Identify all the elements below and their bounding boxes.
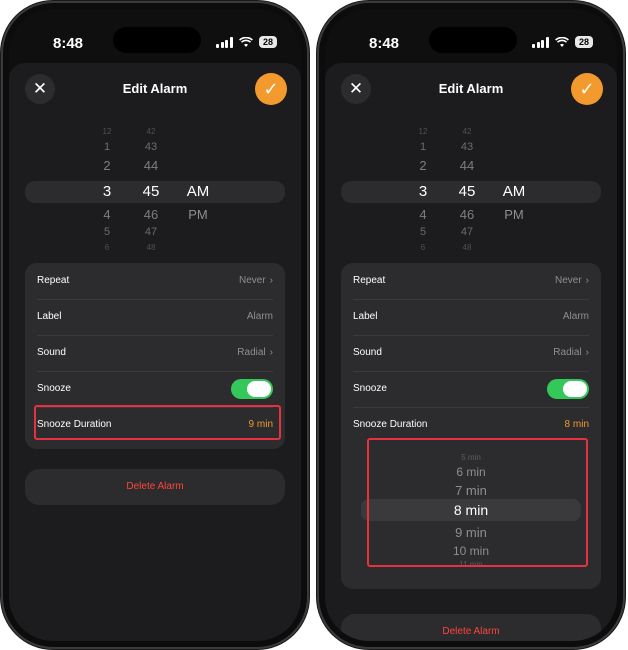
snooze-toggle[interactable]	[547, 379, 589, 399]
minute-selected[interactable]: 45	[133, 181, 169, 203]
sound-value-wrap: Radial ›	[237, 335, 273, 371]
sound-row[interactable]: Sound Radial ›	[353, 335, 589, 372]
repeat-value-wrap: Never ›	[239, 263, 273, 299]
snooze-label: Snooze	[37, 383, 71, 394]
status-time: 8:48	[53, 35, 84, 52]
repeat-label: Repeat	[353, 275, 386, 286]
hour-option[interactable]: 2	[405, 158, 441, 173]
hour-option[interactable]: 1	[89, 141, 125, 153]
minute-option[interactable]: 47	[449, 226, 485, 238]
repeat-value-wrap: Never ›	[555, 263, 589, 299]
time-picker[interactable]: 12 1 2 3 4 5 6 42 43 44 45 46 47 48 AM P…	[341, 127, 601, 253]
time-picker[interactable]: 12 1 2 3 4 5 6 42 43 44 45 46 47 48 AM P…	[25, 127, 285, 253]
minute-option[interactable]: 46	[449, 207, 485, 222]
highlight-box-snooze-picker	[367, 438, 588, 567]
dynamic-island	[429, 27, 517, 53]
hour-option[interactable]: 4	[89, 207, 125, 222]
snooze-row: Snooze	[353, 371, 589, 408]
hour-option[interactable]: 12	[405, 127, 441, 136]
pm-option[interactable]: PM	[495, 207, 533, 222]
minute-option[interactable]: 48	[449, 243, 485, 252]
dynamic-island	[113, 27, 201, 53]
phone-left: 8:48 28 ✕ Edit Alarm ✓ 12 1 2 3 4 5 6 42…	[3, 3, 307, 647]
repeat-value: Never	[554, 275, 582, 286]
hour-option[interactable]: 6	[89, 243, 125, 252]
label-label: Label	[37, 311, 62, 322]
label-row[interactable]: Label Alarm	[37, 299, 273, 336]
repeat-row[interactable]: Repeat Never ›	[353, 263, 589, 300]
battery-icon: 28	[258, 36, 277, 48]
repeat-label: Repeat	[37, 275, 70, 286]
sound-row[interactable]: Sound Radial ›	[37, 335, 273, 372]
hour-option[interactable]: 5	[89, 226, 125, 238]
highlight-box-snooze-duration	[34, 405, 281, 440]
status-bar: 8:48 28	[9, 27, 301, 53]
screen: 8:48 28 ✕ Edit Alarm ✓ 12 1 2 3 4 5 6 42…	[9, 9, 301, 641]
sound-value: Radial	[553, 347, 582, 358]
minute-option[interactable]: 47	[133, 226, 169, 238]
minute-option[interactable]: 44	[133, 158, 169, 173]
edit-alarm-sheet: ✕ Edit Alarm ✓ 12 1 2 3 4 5 6 42 43 44 4…	[9, 63, 301, 641]
hour-option[interactable]: 2	[89, 158, 125, 173]
status-time: 8:48	[369, 35, 400, 52]
cellular-signal-icon	[532, 36, 549, 48]
save-button[interactable]: ✓	[571, 73, 603, 105]
hour-selected[interactable]: 3	[89, 181, 125, 203]
chevron-right-icon: ›	[269, 275, 273, 286]
wifi-icon	[555, 36, 569, 47]
label-value: Alarm	[246, 311, 273, 322]
repeat-value: Never	[238, 275, 266, 286]
delete-alarm-button[interactable]: Delete Alarm	[341, 614, 601, 641]
toggle-knob	[247, 381, 271, 397]
hour-option[interactable]: 1	[405, 141, 441, 153]
snooze-toggle[interactable]	[231, 379, 273, 399]
am-option[interactable]: AM	[179, 181, 217, 203]
save-button[interactable]: ✓	[255, 73, 287, 105]
chevron-right-icon: ›	[585, 347, 589, 358]
am-option[interactable]: AM	[495, 181, 533, 203]
label-value: Alarm	[562, 311, 589, 322]
minute-option[interactable]: 42	[449, 127, 485, 136]
pm-option[interactable]: PM	[179, 207, 217, 222]
status-icons: 28	[532, 36, 593, 48]
sound-label: Sound	[37, 347, 66, 358]
minute-option[interactable]: 44	[449, 158, 485, 173]
hour-option[interactable]: 6	[405, 243, 441, 252]
wifi-icon	[239, 36, 253, 47]
status-bar: 8:48 28	[325, 27, 617, 53]
delete-alarm-button[interactable]: Delete Alarm	[25, 469, 285, 505]
toggle-knob	[563, 381, 587, 397]
battery-icon: 28	[574, 36, 593, 48]
hour-option[interactable]: 4	[405, 207, 441, 222]
minute-option[interactable]: 43	[449, 141, 485, 153]
snooze-row: Snooze	[37, 371, 273, 408]
minute-option[interactable]: 43	[133, 141, 169, 153]
minute-option[interactable]: 48	[133, 243, 169, 252]
chevron-right-icon: ›	[269, 347, 273, 358]
chevron-right-icon: ›	[585, 275, 589, 286]
repeat-row[interactable]: Repeat Never ›	[37, 263, 273, 300]
minute-selected[interactable]: 45	[449, 181, 485, 203]
label-row[interactable]: Label Alarm	[353, 299, 589, 336]
sound-value: Radial	[237, 347, 266, 358]
hour-selected[interactable]: 3	[405, 181, 441, 203]
label-label: Label	[353, 311, 378, 322]
hour-option[interactable]: 5	[405, 226, 441, 238]
minute-option[interactable]: 42	[133, 127, 169, 136]
status-icons: 28	[216, 36, 277, 48]
cellular-signal-icon	[216, 36, 233, 48]
sound-label: Sound	[353, 347, 382, 358]
minute-option[interactable]: 46	[133, 207, 169, 222]
snooze-label: Snooze	[353, 383, 387, 394]
hour-option[interactable]: 12	[89, 127, 125, 136]
sound-value-wrap: Radial ›	[553, 335, 589, 371]
